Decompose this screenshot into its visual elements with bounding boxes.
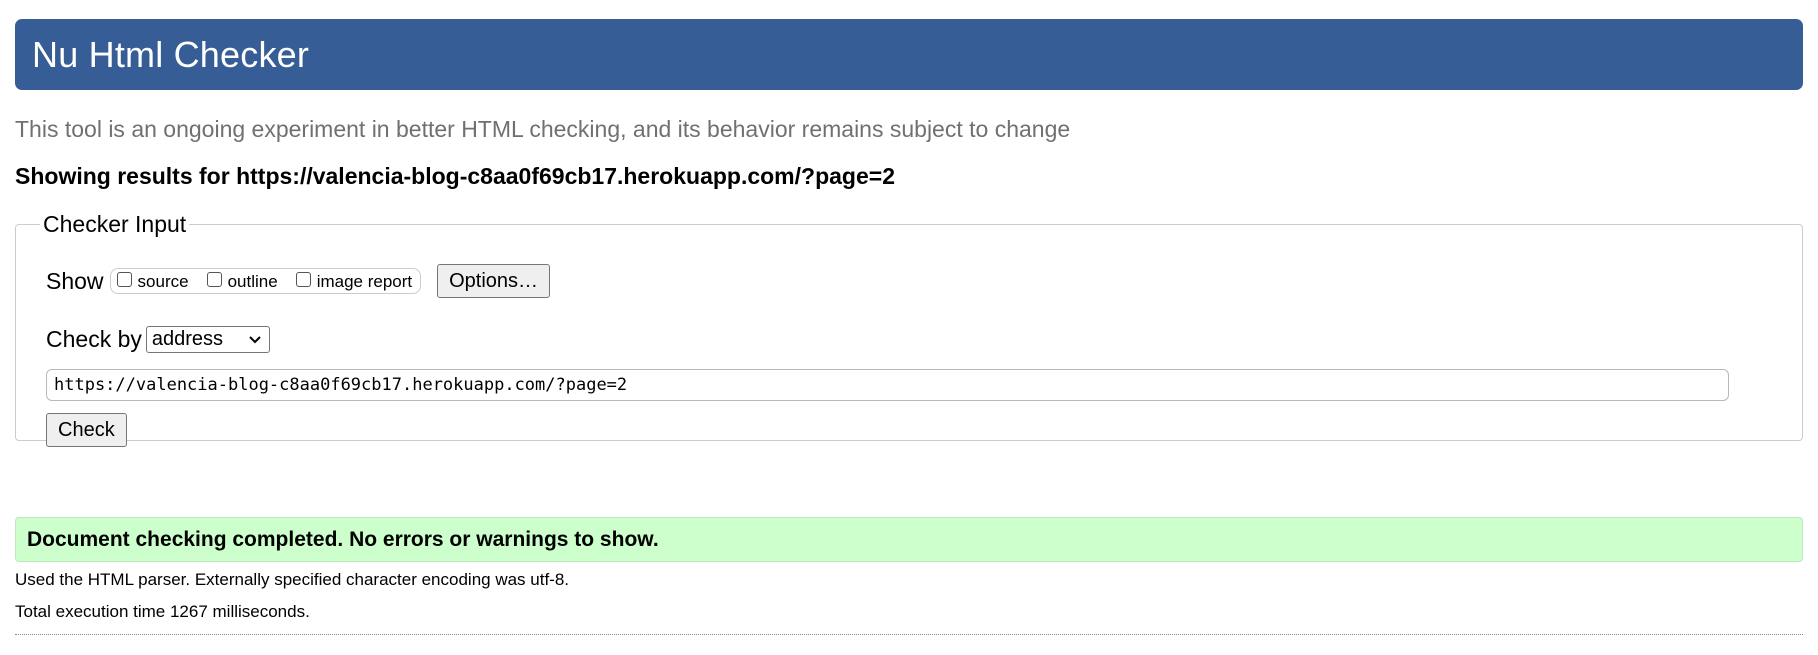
check-by-select[interactable]: address xyxy=(145,326,270,353)
outline-checkbox[interactable] xyxy=(206,272,222,287)
checker-input-legend: Checker Input xyxy=(43,211,187,237)
results-prefix: Showing results for xyxy=(15,163,237,189)
check-by-label: Check by xyxy=(46,326,142,352)
dotted-divider xyxy=(15,634,1803,635)
check-button[interactable]: Check xyxy=(46,413,127,447)
success-message: Document checking completed. No errors o… xyxy=(27,527,659,551)
url-input[interactable]: https://valencia-blog-c8aa0f69cb17.herok… xyxy=(46,369,1729,401)
page-title: Nu Html Checker xyxy=(32,33,310,75)
header-banner: Nu Html Checker xyxy=(15,19,1803,90)
show-options-row: Show source outline image report Options… xyxy=(46,264,551,298)
source-checkbox[interactable] xyxy=(116,272,132,287)
results-url: https://valencia-blog-c8aa0f69cb17.herok… xyxy=(236,163,895,189)
show-option-image-report[interactable]: image report xyxy=(295,270,413,292)
image-report-checkbox[interactable] xyxy=(295,272,311,287)
show-label: Show xyxy=(46,267,104,294)
execution-time: Total execution time 1267 milliseconds. xyxy=(15,602,310,621)
image-report-label: image report xyxy=(316,272,413,291)
show-option-source[interactable]: source xyxy=(116,270,189,292)
options-button[interactable]: Options… xyxy=(437,264,551,298)
show-option-outline[interactable]: outline xyxy=(206,270,278,292)
tool-description: This tool is an ongoing experiment in be… xyxy=(15,116,1071,142)
show-options-group: source outline image report xyxy=(109,268,422,294)
check-by-row: Check by address xyxy=(46,326,270,353)
checker-input-fieldset: Checker Input Show source outline image … xyxy=(15,211,1803,447)
chevron-down-icon xyxy=(249,335,261,343)
page: Nu Html Checker This tool is an ongoing … xyxy=(0,0,1818,655)
source-label: source xyxy=(137,272,189,291)
check-by-selected-value: address xyxy=(151,328,224,350)
outline-label: outline xyxy=(227,272,278,291)
parser-note: Used the HTML parser. Externally specifi… xyxy=(15,570,570,589)
results-heading: Showing results for https://valencia-blo… xyxy=(15,163,895,190)
success-message-box: Document checking completed. No errors o… xyxy=(15,517,1803,562)
